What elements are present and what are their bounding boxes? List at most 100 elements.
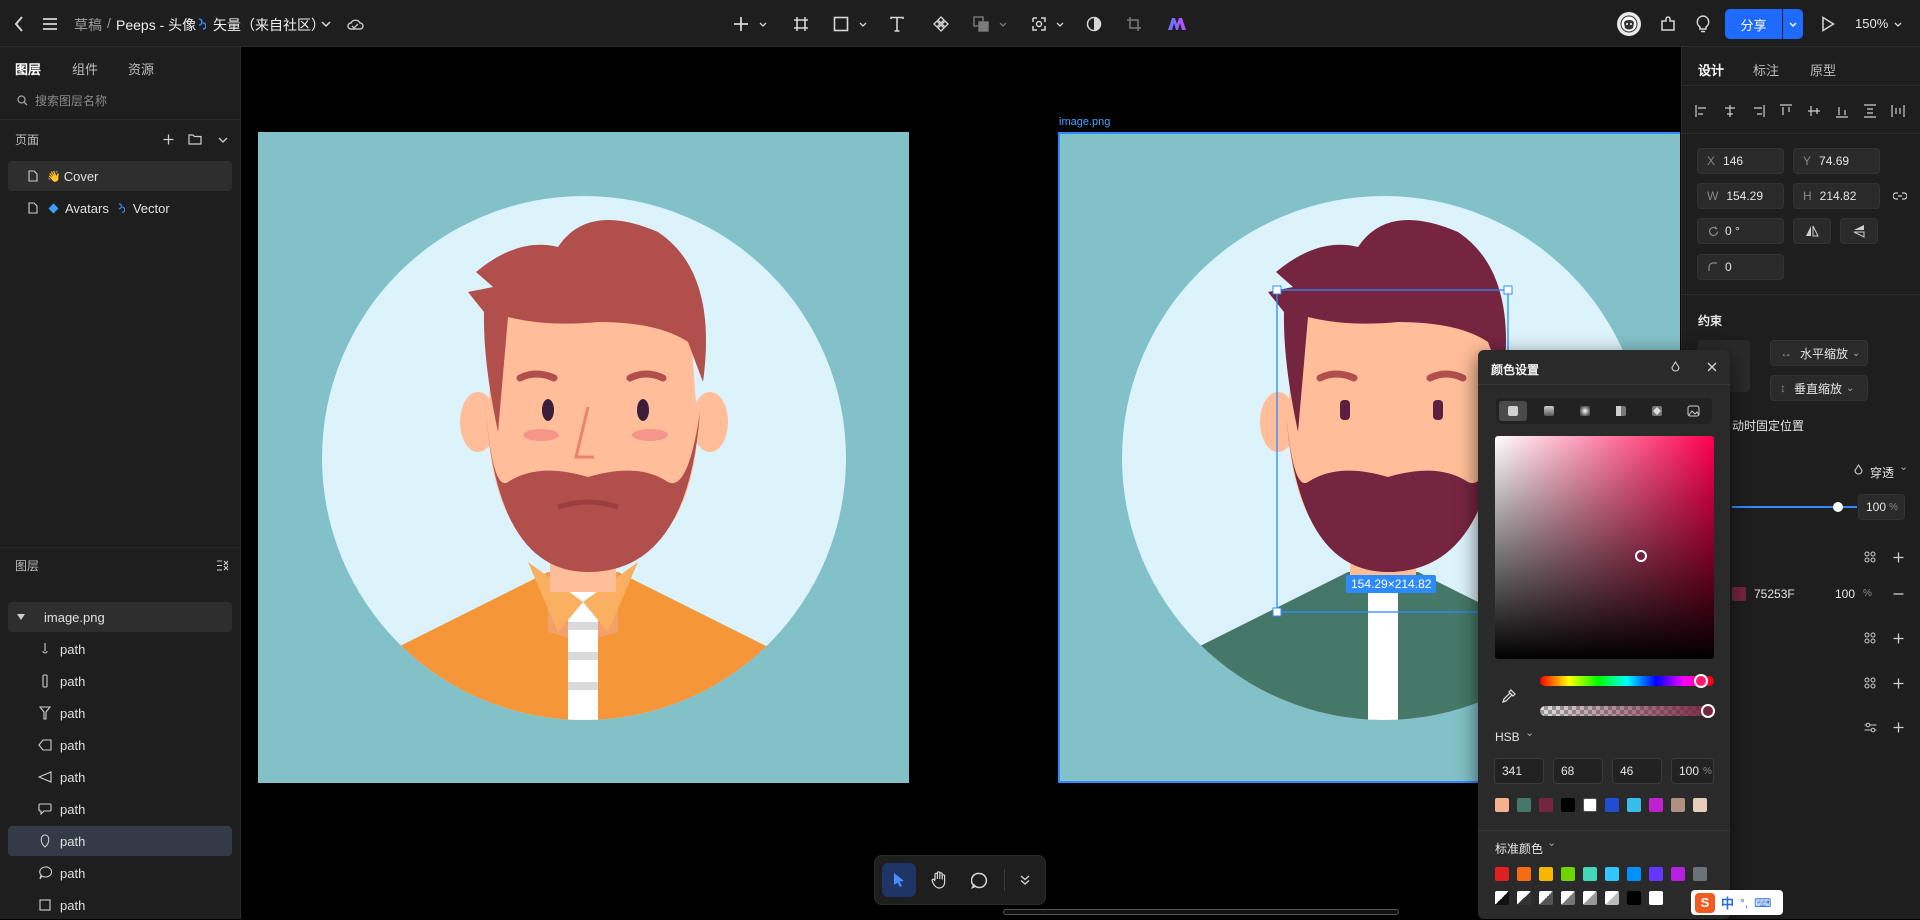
blend-mode[interactable]: 穿透 <box>1870 464 1894 481</box>
folder-icon[interactable] <box>187 131 203 147</box>
flip-vertical-button[interactable] <box>1840 218 1878 244</box>
hue-slider[interactable] <box>1540 676 1714 686</box>
layer-item[interactable]: path <box>8 762 232 792</box>
standard-color-swatch[interactable] <box>1539 867 1553 881</box>
layer-item[interactable]: path <box>8 666 232 696</box>
add-page-icon[interactable] <box>160 131 176 147</box>
chevron-down-icon[interactable] <box>997 16 1009 32</box>
standard-color-swatch[interactable] <box>1583 867 1597 881</box>
style-grid-icon[interactable] <box>1862 675 1878 691</box>
close-icon[interactable] <box>1704 359 1720 375</box>
ai-plugin-icon[interactable] <box>1165 13 1189 35</box>
eyedropper-icon[interactable] <box>1498 685 1520 707</box>
gray-color-swatch[interactable] <box>1517 891 1531 905</box>
rectangle-tool-icon[interactable] <box>830 13 852 35</box>
back-icon[interactable] <box>10 14 28 34</box>
align-left-icon[interactable] <box>1692 101 1712 121</box>
chevrons-down-icon[interactable] <box>1010 863 1040 897</box>
recent-color-swatch[interactable] <box>1517 798 1531 812</box>
rotation-field[interactable]: 0 ° <box>1697 218 1784 244</box>
chevron-down-icon[interactable] <box>1892 16 1904 32</box>
tab-assets[interactable]: 资源 <box>128 59 154 78</box>
fill-hex[interactable]: 75253F <box>1754 587 1795 601</box>
brightness-input[interactable]: 46 <box>1612 758 1662 784</box>
boolean-icon[interactable] <box>970 13 992 35</box>
color-mode-select[interactable]: HSB <box>1495 730 1520 744</box>
saturation-input[interactable]: 68 <box>1553 758 1603 784</box>
plugin-icon[interactable] <box>1657 13 1679 35</box>
ime-indicator[interactable]: S 中 °, ⌨ <box>1691 890 1783 915</box>
canvas[interactable]: image.png 154.29×214.82 <box>242 47 1899 919</box>
distribute-vertical-icon[interactable] <box>1860 101 1880 121</box>
hue-slider-thumb[interactable] <box>1694 674 1708 688</box>
recent-color-swatch[interactable] <box>1605 798 1619 812</box>
recent-color-swatch[interactable] <box>1495 798 1509 812</box>
component-tool-icon[interactable] <box>930 13 952 35</box>
opacity-field[interactable]: 100% <box>1858 494 1905 520</box>
standard-color-swatch[interactable] <box>1693 867 1707 881</box>
share-dropdown-button[interactable] <box>1783 9 1803 39</box>
layer-item[interactable]: path <box>8 730 232 760</box>
add-effect-icon[interactable] <box>1890 675 1906 691</box>
recent-color-swatch[interactable] <box>1671 798 1685 812</box>
remove-fill-icon[interactable] <box>1890 586 1906 602</box>
zoom-level[interactable]: 150% <box>1855 16 1888 31</box>
menu-icon[interactable] <box>40 14 60 34</box>
solid-fill-tab[interactable] <box>1499 401 1527 421</box>
avatar[interactable] <box>1617 12 1641 36</box>
alpha-slider-thumb[interactable] <box>1701 704 1715 718</box>
align-right-icon[interactable] <box>1748 101 1768 121</box>
chevron-down-icon[interactable] <box>857 16 869 32</box>
play-icon[interactable] <box>1817 13 1839 35</box>
standard-color-swatch[interactable] <box>1649 867 1663 881</box>
alpha-input[interactable]: 100% <box>1671 758 1714 784</box>
add-icon[interactable] <box>730 13 752 35</box>
tab-design[interactable]: 设计 <box>1698 60 1724 79</box>
chevron-down-icon[interactable] <box>216 133 230 147</box>
fixed-position-label[interactable]: 动时固定位置 <box>1732 417 1804 434</box>
vertical-constraint-select[interactable]: ↕ 垂直缩放 ⌄ <box>1770 375 1868 401</box>
align-top-icon[interactable] <box>1776 101 1796 121</box>
recent-color-swatch[interactable] <box>1583 798 1597 812</box>
tab-components[interactable]: 组件 <box>72 59 98 78</box>
layer-item[interactable]: path <box>8 890 232 920</box>
layer-item[interactable]: path <box>8 634 232 664</box>
page-item-cover[interactable]: 👋 Cover <box>8 161 232 191</box>
share-button[interactable]: 分享 <box>1725 9 1782 39</box>
fill-color-swatch[interactable] <box>1732 587 1746 601</box>
standard-color-swatch[interactable] <box>1671 867 1685 881</box>
add-stroke-icon[interactable] <box>1890 630 1906 646</box>
tab-annotate[interactable]: 标注 <box>1753 60 1779 79</box>
gray-color-swatch[interactable] <box>1605 891 1619 905</box>
sliders-icon[interactable] <box>1862 719 1878 735</box>
pointer-tool-icon[interactable] <box>882 863 916 897</box>
y-field[interactable]: Y 74.69 <box>1793 148 1880 174</box>
comment-tool-icon[interactable] <box>962 863 996 897</box>
fill-opacity[interactable]: 100 <box>1835 587 1855 601</box>
recent-color-swatch[interactable] <box>1539 798 1553 812</box>
hue-input[interactable]: 341 <box>1494 758 1544 784</box>
image-fill-tab[interactable] <box>1679 401 1707 421</box>
chevron-down-icon[interactable] <box>757 16 769 32</box>
align-bottom-icon[interactable] <box>1832 101 1852 121</box>
hand-tool-icon[interactable] <box>922 863 956 897</box>
color-picker-handle[interactable] <box>1635 550 1647 562</box>
layer-item[interactable]: path <box>8 858 232 888</box>
align-center-h-icon[interactable] <box>1720 101 1740 121</box>
chevron-down-icon[interactable]: ⌄ <box>1547 836 1556 849</box>
gray-color-swatch[interactable] <box>1649 891 1663 905</box>
breadcrumb-root[interactable]: 草稿 <box>74 15 102 35</box>
recent-color-swatch[interactable] <box>1627 798 1641 812</box>
angular-gradient-tab[interactable] <box>1607 401 1635 421</box>
crop-icon[interactable] <box>1123 13 1145 35</box>
tab-layers[interactable]: 图层 <box>15 59 41 78</box>
chevron-down-icon[interactable]: ⌄ <box>1899 460 1908 473</box>
gray-color-swatch[interactable] <box>1583 891 1597 905</box>
file-title[interactable]: Peeps - 头像 <box>116 15 196 35</box>
recent-color-swatch[interactable] <box>1649 798 1663 812</box>
add-export-icon[interactable] <box>1890 719 1906 735</box>
recent-color-swatch[interactable] <box>1561 798 1575 812</box>
standard-color-swatch[interactable] <box>1561 867 1575 881</box>
standard-color-swatch[interactable] <box>1605 867 1619 881</box>
layer-item-group[interactable]: image.png <box>8 602 232 632</box>
